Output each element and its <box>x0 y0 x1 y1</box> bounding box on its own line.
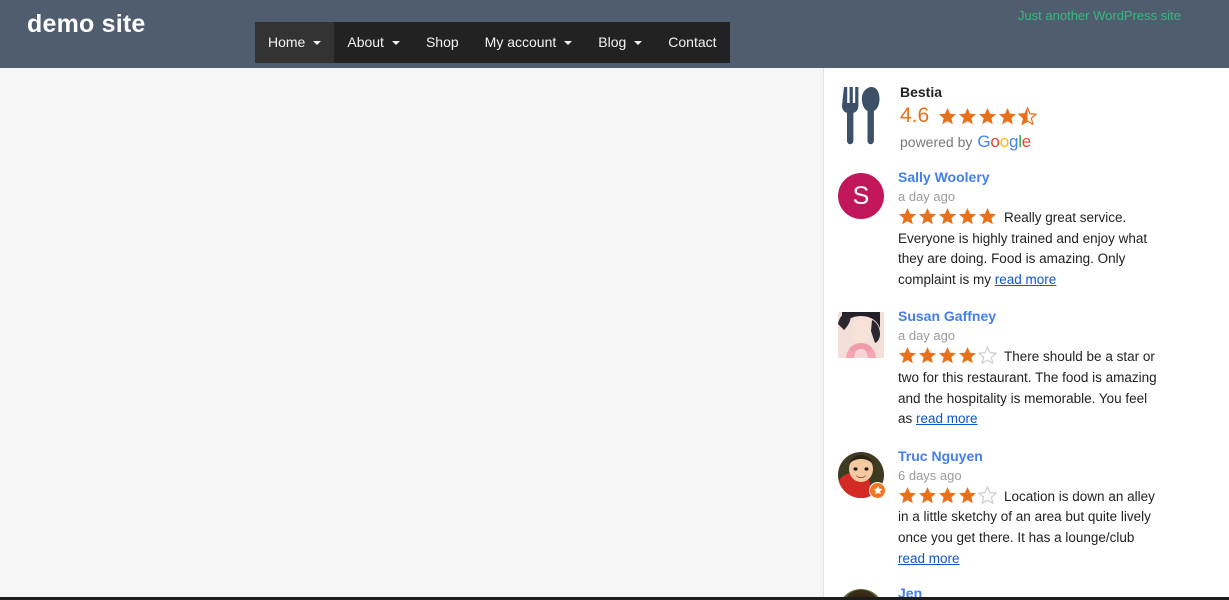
rating-value: 4.6 <box>900 104 930 127</box>
star-icon-full <box>958 486 977 504</box>
nav-item-contact[interactable]: Contact <box>655 22 729 63</box>
star-icon-full <box>938 346 957 364</box>
nav-item-home[interactable]: Home <box>255 22 335 63</box>
review-item: Truc Nguyen 6 days ago Location is down … <box>824 438 1170 577</box>
review-item: Jen <box>824 577 1170 597</box>
star-icon-full <box>938 207 957 225</box>
star-icon-empty <box>978 485 997 504</box>
chevron-down-icon <box>564 40 573 45</box>
avatar-wrap <box>838 312 884 359</box>
nav-item-label: Contact <box>668 34 717 50</box>
nav-item-blog[interactable]: Blog <box>585 22 655 63</box>
star-icon-full <box>978 207 997 225</box>
nav-item-about[interactable]: About <box>334 22 413 63</box>
star-icon-full <box>898 486 917 504</box>
star-icon-half <box>1018 107 1038 125</box>
review-text: Location is down an alley in a little sk… <box>898 485 1158 569</box>
page-root: demo site Just another WordPress site Ho… <box>0 0 1229 600</box>
star-icon-full <box>898 207 917 225</box>
nav-item-my-account[interactable]: My account <box>472 22 586 63</box>
star-icon-full <box>958 207 977 225</box>
nav-item-label: Shop <box>425 34 459 50</box>
reviewer-name[interactable]: Jen <box>898 583 1158 597</box>
business-header: Bestia 4.6 powered by Google <box>824 68 1170 159</box>
star-icon-full <box>958 346 977 364</box>
powered-by-google: powered by Google <box>900 133 1038 151</box>
nav-item-shop[interactable]: Shop <box>413 22 472 63</box>
nav-item-label: Home <box>268 34 306 50</box>
reviewer-name[interactable]: Susan Gaffney <box>898 306 1158 326</box>
nav-item-label: About <box>347 34 384 50</box>
avatar-wrap: S <box>838 173 884 219</box>
nav-item-label: My account <box>484 34 557 50</box>
overall-rating-row: 4.6 <box>900 103 1038 129</box>
business-info: Bestia 4.6 powered by Google <box>900 82 1038 151</box>
google-reviews-widget: Bestia 4.6 powered by Google S Sally Woo… <box>823 68 1170 597</box>
review-timestamp: a day ago <box>898 189 956 204</box>
star-icon-full <box>958 107 977 125</box>
review-body: Jen <box>898 581 1158 597</box>
google-logo: Google <box>977 132 1032 151</box>
star-icon-full <box>978 107 997 125</box>
main-navigation: Home About Shop My account Blog Contact <box>255 22 730 63</box>
overall-rating-stars <box>938 107 1038 125</box>
star-icon-empty <box>978 346 997 365</box>
star-icon-full <box>938 107 957 125</box>
nav-item-label: Blog <box>598 34 627 50</box>
chevron-down-icon <box>391 40 400 45</box>
local-guide-badge-icon <box>869 481 886 499</box>
chevron-down-icon <box>634 40 643 45</box>
review-item: S Sally Woolery a day ago Really great s… <box>824 159 1170 298</box>
review-timestamp: a day ago <box>898 328 956 344</box>
avatar: S <box>838 173 884 219</box>
star-icon-full <box>998 107 1017 125</box>
business-name: Bestia <box>900 84 943 100</box>
review-text: Really great service. Everyone is highly… <box>898 207 1158 290</box>
avatar-wrap <box>838 451 886 499</box>
review-body: Susan Gaffney a day ago There should be … <box>898 304 1158 429</box>
avatar-wrap <box>838 589 884 597</box>
review-body: Truc Nguyen 6 days ago Location is down … <box>898 444 1158 569</box>
star-icon-full <box>918 486 937 504</box>
read-more-link[interactable]: read more <box>995 272 1057 287</box>
star-icon-full <box>918 346 937 364</box>
reviewer-name[interactable]: Sally Woolery <box>898 167 1158 187</box>
review-item: Susan Gaffney a day ago There should be … <box>824 298 1170 437</box>
review-text: There should be a star or two for this r… <box>898 346 1158 429</box>
avatar <box>838 589 884 597</box>
review-body: Sally Woolery a day ago Really great ser… <box>898 165 1158 290</box>
review-timestamp: 6 days ago <box>898 467 962 483</box>
star-icon-full <box>938 486 957 504</box>
review-rating-stars <box>898 346 998 365</box>
read-more-link[interactable]: read more <box>898 551 960 566</box>
read-more-link[interactable]: read more <box>916 411 978 426</box>
review-rating-stars <box>898 485 998 504</box>
avatar <box>838 312 884 359</box>
star-icon-full <box>898 346 917 364</box>
site-title: demo site <box>27 10 146 38</box>
site-tagline: Just another WordPress site <box>1017 8 1181 23</box>
reviewer-name[interactable]: Truc Nguyen <box>898 446 1158 466</box>
review-rating-stars <box>898 207 998 225</box>
chevron-down-icon <box>313 40 322 45</box>
cutlery-icon <box>838 85 886 145</box>
powered-by-label: powered by <box>900 134 973 150</box>
star-icon-full <box>918 207 937 225</box>
